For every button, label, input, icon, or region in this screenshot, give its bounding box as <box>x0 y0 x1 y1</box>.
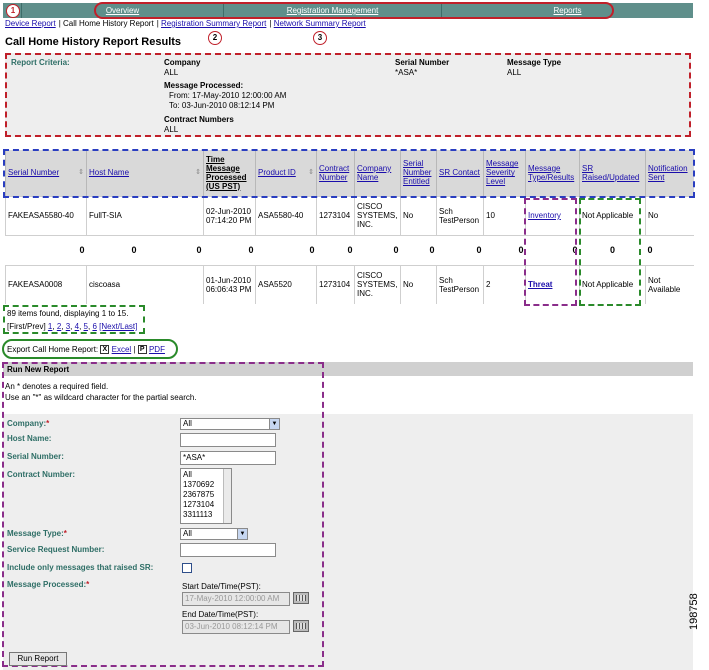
export-label: Export Call Home Report: <box>7 345 99 354</box>
zero-cell: 0 <box>483 234 526 265</box>
subnav-network-summary[interactable]: Network Summary Report <box>274 19 366 28</box>
zero-cell: 0 <box>255 234 317 265</box>
cell-serial: FAKEASA0008 <box>5 264 87 304</box>
page-link-4[interactable]: 4 <box>75 322 79 331</box>
include-sr-checkbox[interactable] <box>182 563 192 573</box>
company-field-label: Company:* <box>7 419 50 428</box>
chevron-down-icon: ▼ <box>269 419 279 429</box>
criteria-company-value: ALL <box>164 68 179 77</box>
company-select[interactable]: All ▼ <box>180 418 280 430</box>
callout-1: 1 <box>6 4 20 18</box>
subnav-call-home-history: Call Home History Report <box>63 19 154 28</box>
criteria-msgtype-value: ALL <box>507 68 522 77</box>
criteria-label: Report Criteria: <box>11 58 70 67</box>
serial-number-label: Serial Number: <box>7 452 64 461</box>
end-date-input[interactable]: 03-Jun-2010 08:12:14 PM <box>182 620 290 634</box>
message-type-select[interactable]: All ▼ <box>180 528 248 540</box>
page-link-2[interactable]: 2 <box>57 322 61 331</box>
pdf-link[interactable]: PDF <box>149 345 165 354</box>
subnav-registration-summary[interactable]: Registration Summary Report <box>161 19 266 28</box>
page-link-5[interactable]: 5 <box>84 322 88 331</box>
page-link-6[interactable]: 6 <box>92 322 96 331</box>
cell-contact: Sch TestPerson <box>436 195 484 235</box>
zero-cell: 0 <box>400 234 437 265</box>
zero-cell: 00 <box>86 234 204 265</box>
pagination: [First/Prev] 1, 2, 3, 4, 5, 6 [Next/Last… <box>7 322 138 331</box>
message-type-label: Message Type:* <box>7 529 67 538</box>
criteria-company-label: Company <box>164 58 201 67</box>
cell-host: FullT-SIA <box>86 195 204 235</box>
callout-2: 2 <box>208 31 222 45</box>
cell-host: ciscoasa <box>86 264 204 304</box>
cell-company: CISCO SYSTEMS, INC. <box>354 195 401 235</box>
cell-notification: Not Available <box>645 264 694 304</box>
criteria-contract-label: Contract Numbers <box>164 115 234 124</box>
cell-severity: 10 <box>483 195 526 235</box>
callout-box-headers <box>3 149 695 198</box>
subnav-device-report[interactable]: Device Report <box>5 19 56 28</box>
excel-icon[interactable]: X <box>100 345 110 355</box>
callout-box-sr-raised <box>579 198 641 306</box>
zero-cell: 0 <box>203 234 256 265</box>
export-bar: Export Call Home Report: X Excel | P PDF <box>7 345 165 355</box>
export-separator: | <box>133 345 136 354</box>
criteria-contract-value: ALL <box>164 125 179 134</box>
message-processed-label: Message Processed:* <box>7 580 90 589</box>
calendar-icon[interactable] <box>293 620 309 632</box>
first-prev-text: [First/Prev] <box>7 322 46 331</box>
callout-oval-tabs <box>94 2 614 19</box>
cell-serial: FAKEASA5580-40 <box>5 195 87 235</box>
figure-id: 198758 <box>688 593 700 630</box>
report-subnav: Device Report | Call Home History Report |… <box>5 19 366 28</box>
service-request-label: Service Request Number: <box>7 545 105 554</box>
start-date-input[interactable]: 17-May-2010 12:00:00 AM <box>182 592 290 606</box>
listbox-scrollbar[interactable] <box>223 469 231 523</box>
zero-cell: 0 <box>645 234 694 265</box>
host-name-input[interactable] <box>180 433 276 447</box>
report-criteria-panel: Report Criteria: Company ALL Serial Numb… <box>5 53 691 137</box>
cell-contract: 1273104 <box>316 264 355 304</box>
criteria-processed-label: Message Processed: <box>164 81 244 90</box>
cell-notification: No <box>645 195 694 235</box>
cell-time: 02-Jun-2010 07:14:20 PM <box>203 195 256 235</box>
zero-cell: 0 <box>354 234 401 265</box>
page-link-3[interactable]: 3 <box>66 322 70 331</box>
cell-severity: 2 <box>483 264 526 304</box>
service-request-input[interactable] <box>180 543 276 557</box>
excel-link[interactable]: Excel <box>112 345 132 354</box>
serial-number-input[interactable]: *ASA* <box>180 451 276 465</box>
callout-box-message-type <box>524 198 577 306</box>
host-name-label: Host Name: <box>7 434 52 443</box>
cell-product: ASA5520 <box>255 264 317 304</box>
page-link-1[interactable]: 1 <box>48 322 52 331</box>
criteria-to: To: 03-Jun-2010 08:12:14 PM <box>169 101 275 110</box>
cell-time: 01-Jun-2010 06:06:43 PM <box>203 264 256 304</box>
zero-cell: 0 <box>316 234 355 265</box>
criteria-msgtype-label: Message Type <box>507 58 562 67</box>
cell-entitled: No <box>400 195 437 235</box>
start-date-label: Start Date/Time(PST): <box>182 582 261 591</box>
cell-contract: 1273104 <box>316 195 355 235</box>
cell-company: CISCO SYSTEMS, INC. <box>354 264 401 304</box>
contract-number-label: Contract Number: <box>7 470 76 479</box>
next-last-link[interactable]: [Next/Last] <box>99 322 137 331</box>
pdf-icon[interactable]: P <box>137 345 147 355</box>
include-sr-label: Include only messages that raised SR: <box>7 563 154 572</box>
items-found-text: 89 items found, displaying 1 to 15. <box>7 309 129 318</box>
page-title: Call Home History Report Results <box>5 36 182 48</box>
end-date-label: End Date/Time(PST): <box>182 610 259 619</box>
calendar-icon[interactable] <box>293 592 309 604</box>
criteria-from: From: 17-May-2010 12:00:00 AM <box>169 91 287 100</box>
criteria-serial-value: *ASA* <box>395 68 418 77</box>
zero-cell: 0 <box>436 234 484 265</box>
chevron-down-icon: ▼ <box>237 529 247 539</box>
callout-3: 3 <box>313 31 327 45</box>
cell-entitled: No <box>400 264 437 304</box>
cell-contact: Sch TestPerson <box>436 264 484 304</box>
zero-cell: 0 <box>5 234 87 265</box>
contract-number-listbox[interactable]: All 1370692 2367875 1273104 3311113 <box>180 468 232 524</box>
criteria-serial-label: Serial Number <box>395 58 450 67</box>
cell-product: ASA5580-40 <box>255 195 317 235</box>
run-report-button[interactable]: Run Report <box>9 652 67 666</box>
